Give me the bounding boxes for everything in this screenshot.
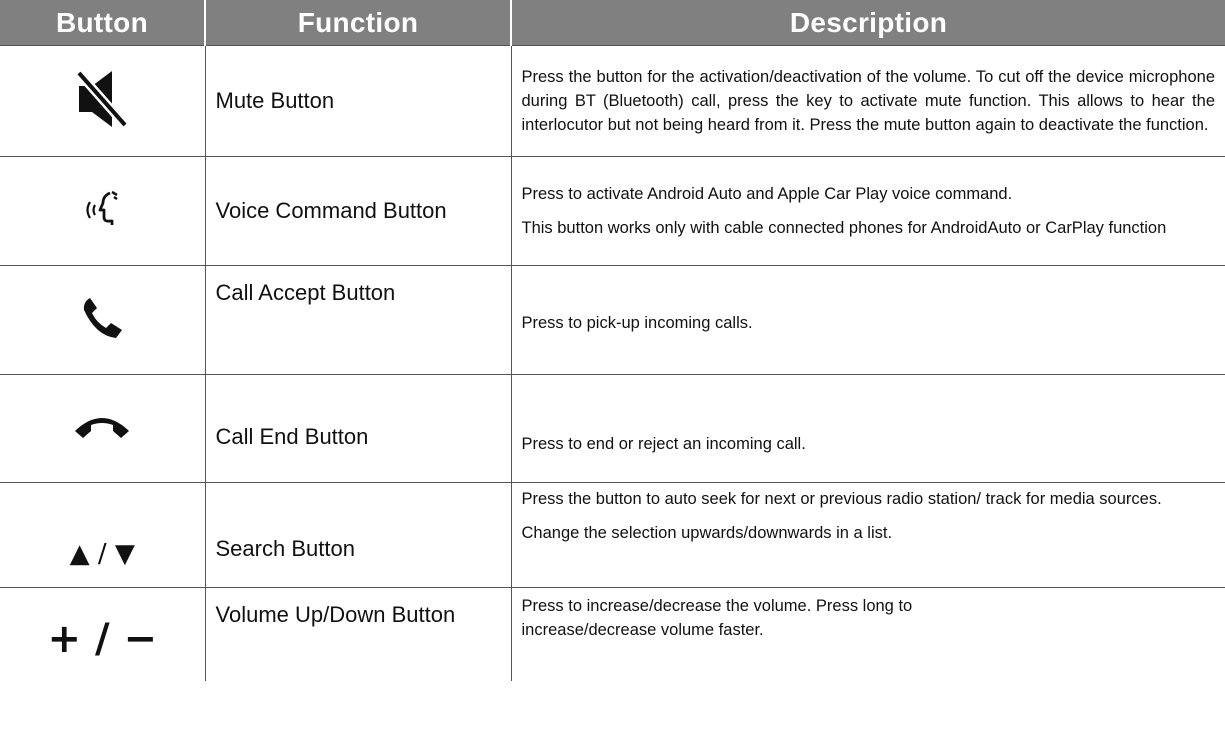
description-text: Press to increase/decrease the volume. P… — [521, 597, 913, 639]
description-text: This button works only with cable connec… — [521, 219, 1167, 237]
table-row: Mute Button Press the button for the act… — [0, 45, 1225, 157]
table-row: Voice Command Button Press to activate A… — [0, 156, 1225, 266]
function-label: Volume Up/Down Button — [204, 587, 512, 681]
description-cell: Press the button to auto seek for next o… — [510, 482, 1225, 588]
call-accept-icon — [80, 296, 124, 345]
table-row: Call Accept Button Press to pick-up inco… — [0, 265, 1225, 375]
description-text: Press to pick-up incoming calls. — [521, 314, 753, 332]
function-label: Voice Command Button — [204, 156, 512, 266]
icon-cell: ▲ / ▼ — [0, 482, 206, 588]
mute-icon — [75, 69, 129, 134]
description-text: Press the button for the activation/deac… — [521, 68, 1216, 134]
description-text: Press the button to auto seek for next o… — [521, 490, 1162, 508]
function-label: Call Accept Button — [204, 265, 512, 375]
icon-cell — [0, 265, 206, 375]
plus-minus-icon: + / − — [47, 616, 158, 663]
description-text: Change the selection upwards/downwards i… — [521, 524, 893, 542]
table-row: ▲ / ▼ Search Button Press the button to … — [0, 482, 1225, 588]
button-function-table: Button Function Description Mute Button … — [0, 0, 1225, 681]
icon-cell: + / − — [0, 587, 206, 681]
description-cell: Press to activate Android Auto and Apple… — [510, 156, 1225, 266]
icon-cell — [0, 156, 206, 266]
function-label: Mute Button — [204, 45, 512, 157]
function-label: Call End Button — [204, 374, 512, 483]
table-row: Call End Button Press to end or reject a… — [0, 374, 1225, 483]
header-description: Description — [511, 0, 1225, 46]
header-button: Button — [0, 0, 206, 46]
function-label: Search Button — [204, 482, 512, 588]
up-down-arrows-icon: ▲ / ▼ — [69, 539, 135, 569]
call-end-icon — [73, 413, 131, 444]
description-text: Press to end or reject an incoming call. — [521, 434, 806, 453]
header-function: Function — [205, 0, 512, 46]
table-row: + / − Volume Up/Down Button Press to inc… — [0, 587, 1225, 681]
description-cell: Press to increase/decrease the volume. P… — [510, 587, 1225, 681]
voice-command-icon — [82, 190, 122, 233]
description-cell: Press the button for the activation/deac… — [510, 45, 1225, 157]
description-cell: Press to end or reject an incoming call. — [510, 374, 1225, 483]
description-text: Press to activate Android Auto and Apple… — [521, 185, 1013, 203]
description-cell: Press to pick-up incoming calls. — [510, 265, 1225, 375]
table-header-row: Button Function Description — [0, 0, 1225, 46]
icon-cell — [0, 45, 206, 157]
icon-cell — [0, 374, 206, 483]
